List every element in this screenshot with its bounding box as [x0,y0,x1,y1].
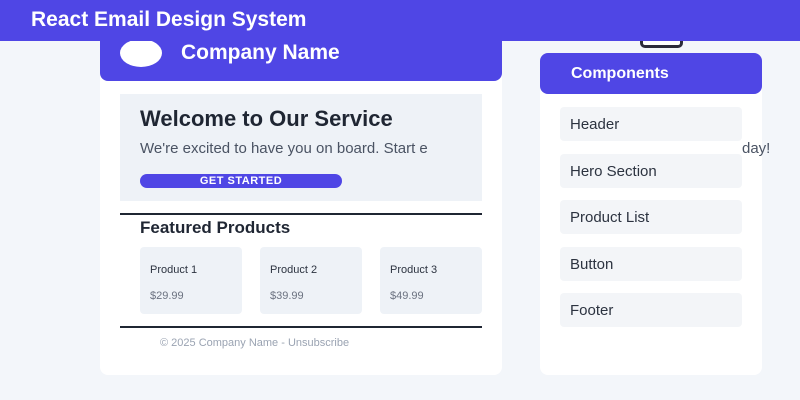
app-title-bar: React Email Design System [0,0,800,41]
components-panel-header: Components [540,53,762,94]
product-price: $29.99 [150,290,184,302]
hero-text-overflow: day! [742,140,771,157]
product-card[interactable]: Product 3 $49.99 [380,247,482,314]
company-name: Company Name [181,41,340,64]
hero-section: Welcome to Our Service We're excited to … [120,94,482,201]
component-item-header[interactable]: Header [560,107,742,141]
product-price: $39.99 [270,290,304,302]
circle-logo-icon [120,39,162,67]
components-panel-title: Components [571,65,669,82]
component-item-label: Header [570,116,620,133]
product-name: Product 1 [150,264,198,276]
product-name: Product 3 [390,264,438,276]
component-item-label: Button [570,256,614,273]
component-item-hero-section[interactable]: Hero Section [560,154,742,188]
product-card[interactable]: Product 1 $29.99 [140,247,242,314]
section-divider [120,213,482,215]
product-price: $49.99 [390,290,424,302]
featured-products-title: Featured Products [140,218,291,237]
app-title: React Email Design System [31,8,307,31]
component-item-label: Footer [570,302,614,319]
footer-divider [120,326,482,328]
component-item-label: Hero Section [570,163,657,180]
component-item-footer[interactable]: Footer [560,293,742,327]
component-item-label: Product List [570,209,650,226]
product-name: Product 2 [270,264,318,276]
email-footer-text[interactable]: © 2025 Company Name - Unsubscribe [160,337,349,349]
hero-title: Welcome to Our Service [140,106,393,131]
component-item-product-list[interactable]: Product List [560,200,742,234]
component-item-button[interactable]: Button [560,247,742,281]
get-started-button[interactable]: GET STARTED [140,174,342,188]
hero-text: We're excited to have you on board. Star… [140,140,428,157]
product-card[interactable]: Product 2 $39.99 [260,247,362,314]
